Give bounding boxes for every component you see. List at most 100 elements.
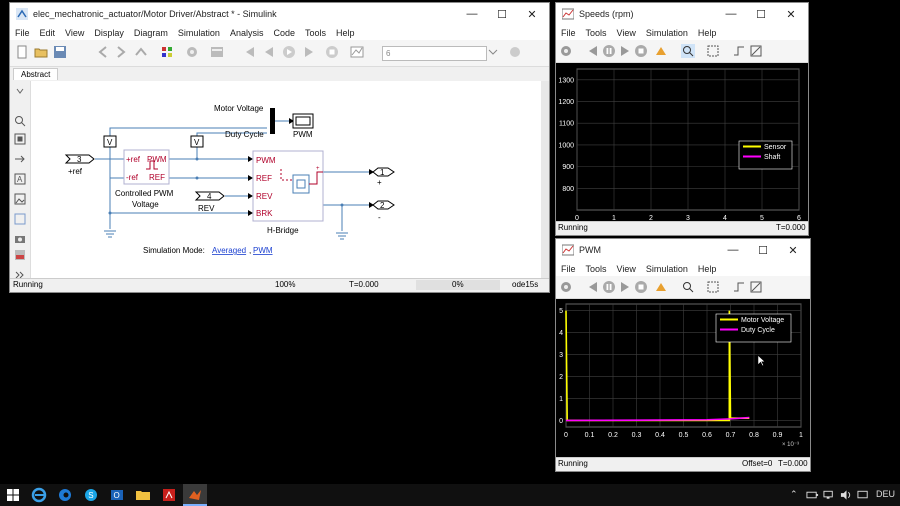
annotation-icon[interactable]: A (14, 173, 26, 185)
h-bridge-block[interactable]: PWM REF REV BRK + (252, 150, 324, 222)
pdf-reader-icon[interactable] (161, 487, 177, 503)
outport-1-block[interactable]: 1 (372, 167, 395, 177)
tray-chevron-icon[interactable]: ⌃ (790, 489, 798, 500)
dropdown-arrow-icon[interactable] (486, 45, 500, 59)
stop-icon[interactable] (634, 280, 648, 294)
menu-file[interactable]: File (556, 28, 581, 38)
step-forward-icon[interactable] (618, 44, 632, 58)
edge-browser-icon[interactable] (57, 487, 73, 503)
model-explorer-icon[interactable] (210, 45, 224, 59)
controlled-pwm-voltage-block[interactable]: +ref -ref PWM REF (123, 149, 170, 185)
skype-icon[interactable]: S (83, 487, 99, 503)
sim-mode-pwm-link[interactable]: PWM (253, 246, 273, 255)
settings-icon[interactable] (559, 280, 573, 294)
menu-tools[interactable]: Tools (581, 264, 612, 274)
network-icon[interactable] (823, 490, 836, 500)
menu-code[interactable]: Code (268, 28, 300, 38)
internet-explorer-icon[interactable] (31, 487, 47, 503)
up-icon[interactable] (134, 45, 148, 59)
fit-axes-icon[interactable] (706, 280, 720, 294)
step-forward-icon[interactable] (618, 280, 632, 294)
settings-icon[interactable] (559, 44, 573, 58)
camera-icon[interactable] (14, 233, 26, 245)
zoom-icon[interactable] (681, 280, 695, 294)
voltage-sensor-block[interactable]: V (190, 135, 204, 148)
menu-tools[interactable]: Tools (300, 28, 331, 38)
menu-simulation[interactable]: Simulation (641, 264, 693, 274)
highlight-icon[interactable] (654, 280, 668, 294)
inport-block[interactable]: 3 (64, 154, 95, 164)
hide-show-browser-icon[interactable] (14, 85, 26, 97)
maximize-button[interactable]: ☐ (746, 3, 776, 25)
menu-simulation[interactable]: Simulation (173, 28, 225, 38)
keyboard-language[interactable]: DEU (876, 489, 895, 499)
menu-view[interactable]: View (612, 264, 641, 274)
triggers-icon[interactable] (732, 44, 746, 58)
matlab-taskbar-button[interactable] (183, 484, 207, 506)
settings-icon[interactable] (508, 45, 522, 59)
menu-file[interactable]: File (10, 28, 35, 38)
menu-help[interactable]: Help (693, 28, 722, 38)
arrow-icon[interactable] (14, 153, 26, 165)
voltage-sensor-block[interactable]: V (103, 135, 117, 148)
pwm-scope-block[interactable] (292, 113, 314, 129)
minimize-button[interactable]: — (457, 3, 487, 25)
library-icon[interactable] (160, 45, 174, 59)
rev-inport-block[interactable]: 4 (194, 191, 225, 201)
maximize-button[interactable]: ☐ (748, 239, 778, 261)
tab-abstract[interactable]: Abstract (13, 68, 59, 80)
mux-block[interactable] (270, 108, 275, 134)
outlook-icon[interactable]: O (109, 487, 125, 503)
pause-icon[interactable] (602, 280, 616, 294)
step-back-icon[interactable] (242, 45, 256, 59)
pause-icon[interactable] (602, 44, 616, 58)
pwm-chart[interactable]: 0 0.1 0.2 0.3 0.4 0.5 0.6 0.7 0.8 0.9 1 0 1 2 3 4 5 × 10⁻… (556, 299, 810, 460)
menu-tools[interactable]: Tools (581, 28, 612, 38)
sim-mode-averaged-link[interactable]: Averaged (212, 246, 246, 255)
windows-start-icon[interactable] (5, 487, 21, 503)
triggers-icon[interactable] (732, 280, 746, 294)
menu-edit[interactable]: Edit (35, 28, 61, 38)
menu-file[interactable]: File (556, 264, 581, 274)
fit-axes-icon[interactable] (706, 44, 720, 58)
step-forward-icon[interactable] (302, 45, 316, 59)
run-back-icon[interactable] (262, 45, 276, 59)
model-config-icon[interactable] (185, 45, 199, 59)
file-explorer-icon[interactable] (135, 487, 151, 503)
menu-display[interactable]: Display (89, 28, 129, 38)
image-icon[interactable] (14, 193, 26, 205)
model-browser-icon[interactable] (14, 249, 26, 261)
menu-diagram[interactable]: Diagram (129, 28, 173, 38)
minimize-button[interactable]: — (716, 3, 746, 25)
outport-2-block[interactable]: 2 (372, 200, 395, 210)
stop-time-input[interactable]: 6 (382, 46, 487, 61)
step-back-icon[interactable] (586, 44, 600, 58)
minimize-button[interactable]: — (718, 239, 748, 261)
highlight-icon[interactable] (654, 44, 668, 58)
close-button[interactable]: ✕ (776, 3, 806, 25)
volume-icon[interactable] (840, 490, 853, 500)
cursor-measure-icon[interactable] (749, 280, 763, 294)
cursor-measure-icon[interactable] (749, 44, 763, 58)
close-button[interactable]: ✕ (517, 3, 547, 25)
notification-icon[interactable] (857, 490, 870, 500)
close-button[interactable]: ✕ (778, 239, 808, 261)
menu-simulation[interactable]: Simulation (641, 28, 693, 38)
menu-view[interactable]: View (612, 28, 641, 38)
step-back-icon[interactable] (586, 280, 600, 294)
zoom-icon[interactable] (14, 115, 26, 127)
area-icon[interactable] (14, 213, 26, 225)
new-model-icon[interactable] (15, 45, 29, 59)
forward-icon[interactable] (114, 45, 128, 59)
stop-icon[interactable] (634, 44, 648, 58)
scope-icon[interactable] (350, 45, 364, 59)
menu-help[interactable]: Help (331, 28, 360, 38)
vertical-scrollbar[interactable] (541, 81, 549, 280)
save-icon[interactable] (53, 45, 67, 59)
menu-view[interactable]: View (60, 28, 89, 38)
fit-to-view-icon[interactable] (14, 133, 26, 145)
battery-icon[interactable] (806, 490, 819, 500)
speeds-chart[interactable]: 0 1 2 3 4 5 68009001000110012001300SensorShaft (556, 63, 808, 224)
run-icon[interactable] (282, 45, 296, 59)
open-icon[interactable] (34, 45, 48, 59)
